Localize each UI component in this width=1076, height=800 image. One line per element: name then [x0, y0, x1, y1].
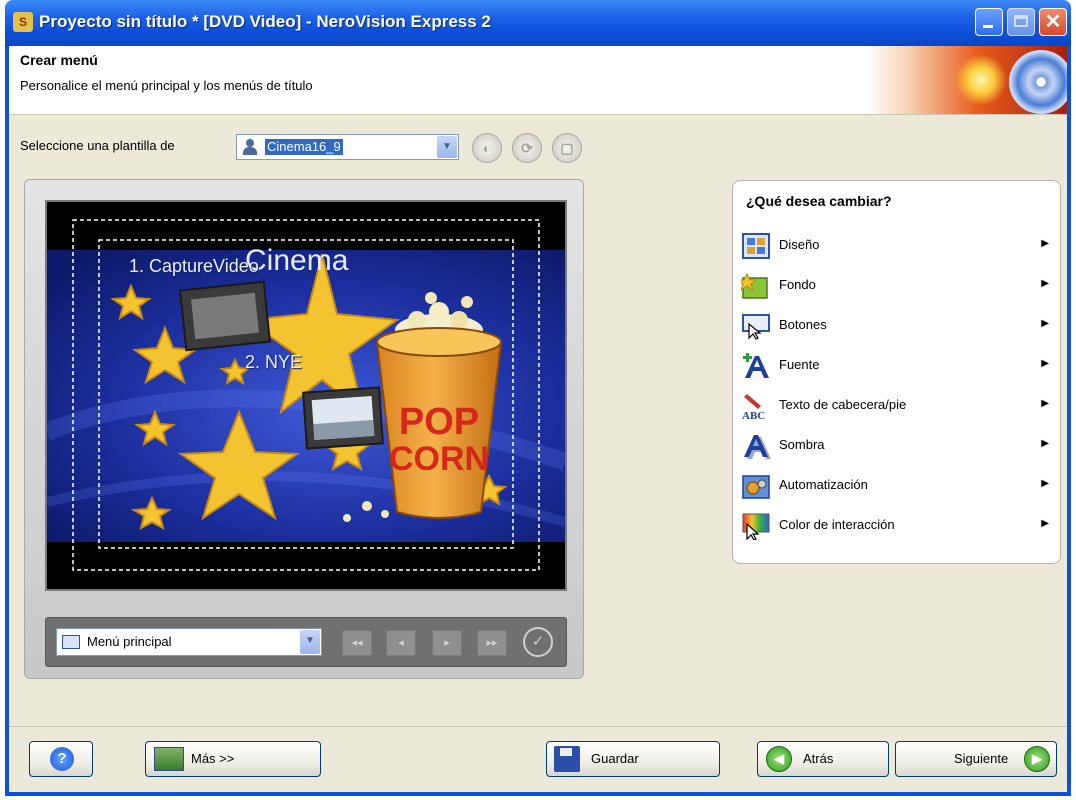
app-window: S Proyecto sin título * [DVD Video] - Ne…: [5, 0, 1071, 796]
option-interaction-color-label: Color de interacción: [779, 517, 895, 532]
window-title: Proyecto sin título * [DVD Video] - Nero…: [39, 12, 491, 31]
option-buttons-label: Botones: [779, 317, 827, 332]
menu-nav-prev-button[interactable]: ◂: [386, 630, 416, 656]
arrow-left-icon: ◀: [766, 746, 792, 772]
menu-grid-icon: [62, 635, 80, 649]
option-automation[interactable]: Automatización ▶: [741, 469, 1053, 503]
menu-preview-canvas[interactable]: POP CORN Cinema 1. CaptureVideo 2. NYE: [45, 200, 567, 591]
wizard-header: Crear menú Personalice el menú principal…: [9, 46, 1067, 115]
user-template-icon: [243, 139, 257, 155]
template-select[interactable]: Cinema16_9 ▼: [236, 134, 459, 160]
save-button[interactable]: Guardar: [546, 741, 720, 777]
option-shadow[interactable]: Sombra ▶: [741, 429, 1053, 463]
menu-title-text: Cinema: [245, 244, 349, 277]
shadow-icon: [744, 435, 771, 459]
header-footer-text-icon: ABC: [742, 394, 765, 420]
submenu-arrow-icon: ▶: [1041, 518, 1049, 529]
title-bar[interactable]: S Proyecto sin título * [DVD Video] - Ne…: [5, 0, 1071, 46]
more-options-icon: [154, 747, 184, 771]
page-subtitle: Personalice el menú principal y los menú…: [20, 78, 313, 93]
close-icon: ✕: [1044, 11, 1062, 33]
option-shadow-label: Sombra: [779, 437, 825, 452]
save-button-label: Guardar: [591, 751, 639, 766]
customize-panel: ¿Qué desea cambiar? Diseño ▶ Fondo ▶ Bot…: [732, 180, 1061, 564]
layout-icon: [742, 233, 770, 259]
option-font[interactable]: Fuente ▶: [741, 349, 1053, 383]
popcorn-text-bottom: CORN: [389, 440, 489, 478]
svg-text:ABC: ABC: [742, 410, 765, 420]
template-select-value: Cinema16_9: [265, 139, 343, 155]
page-title: Crear menú: [20, 52, 98, 68]
template-label: Seleccione una plantilla de: [20, 138, 175, 153]
maximize-icon: [1014, 15, 1028, 27]
maximize-button[interactable]: [1007, 8, 1035, 36]
submenu-arrow-icon: ▶: [1041, 398, 1049, 409]
menu-select[interactable]: Menú principal ▼: [56, 628, 322, 656]
template-option-button-3[interactable]: ▢: [552, 133, 582, 163]
panel-title: ¿Qué desea cambiar?: [746, 193, 892, 209]
confirm-check-icon[interactable]: ✓: [523, 627, 553, 657]
font-icon: [743, 353, 769, 378]
menu-nav-last-button[interactable]: ▸▸: [477, 630, 507, 656]
menu-preview-frame: POP CORN Cinema 1. CaptureVideo 2. NYE M…: [24, 179, 584, 679]
popcorn-text-top: POP: [399, 401, 479, 443]
back-button[interactable]: ◀ Atrás: [757, 741, 889, 777]
submenu-arrow-icon: ▶: [1041, 278, 1049, 289]
option-header-footer-text-label: Texto de cabecera/pie: [779, 397, 907, 412]
submenu-arrow-icon: ▶: [1041, 438, 1049, 449]
option-header-footer-text[interactable]: ABC Texto de cabecera/pie ▶: [741, 389, 1053, 423]
menu-item-2[interactable]: 2. NYE: [245, 352, 302, 373]
floppy-disk-icon: [554, 746, 580, 772]
minimize-button[interactable]: [975, 8, 1003, 36]
more-button[interactable]: Más >>: [145, 741, 321, 777]
option-buttons[interactable]: Botones ▶: [741, 309, 1053, 343]
submenu-arrow-icon: ▶: [1041, 318, 1049, 329]
interaction-color-icon: [742, 513, 770, 540]
background-icon: [741, 272, 768, 299]
template-option-button-2[interactable]: ⟳: [512, 133, 542, 163]
option-automation-label: Automatización: [779, 477, 868, 492]
menu-nav-first-button[interactable]: ◂◂: [342, 630, 372, 656]
submenu-arrow-icon: ▶: [1041, 478, 1049, 489]
chevron-down-icon[interactable]: ▼: [437, 136, 457, 158]
menu-item-1[interactable]: 1. CaptureVideo: [129, 256, 259, 277]
submenu-arrow-icon: ▶: [1041, 358, 1049, 369]
close-button[interactable]: ✕: [1039, 8, 1067, 36]
menu-select-value: Menú principal: [87, 634, 172, 649]
option-layout[interactable]: Diseño ▶: [741, 229, 1053, 263]
preview-controls-bar: Menú principal ▼ ◂◂ ◂ ▸ ▸▸ ✓: [45, 617, 567, 667]
next-button-label: Siguiente: [954, 751, 1009, 766]
help-button[interactable]: ?: [29, 741, 93, 777]
more-button-label: Más >>: [191, 751, 235, 766]
template-option-button-1[interactable]: ◐: [472, 133, 502, 163]
next-button[interactable]: Siguiente ▶: [895, 741, 1057, 777]
back-button-label: Atrás: [803, 751, 834, 766]
option-interaction-color[interactable]: Color de interacción ▶: [741, 509, 1053, 543]
app-icon: S: [13, 12, 33, 32]
starburst-decoration: [955, 54, 1007, 106]
client-area: Crear menú Personalice el menú principal…: [9, 46, 1067, 792]
header-banner-art: [867, 46, 1067, 114]
option-layout-label: Diseño: [779, 237, 820, 252]
automation-icon: [742, 475, 770, 499]
chevron-down-icon[interactable]: ▼: [300, 630, 320, 654]
arrow-right-icon: ▶: [1024, 746, 1050, 772]
menu-nav-next-button[interactable]: ▸: [432, 630, 462, 656]
option-font-label: Fuente: [779, 357, 820, 372]
disc-icon: [1009, 50, 1067, 114]
option-background[interactable]: Fondo ▶: [741, 269, 1053, 303]
minimize-icon: [983, 25, 993, 28]
help-icon: ?: [50, 747, 74, 771]
buttons-icon: [742, 314, 770, 340]
option-background-label: Fondo: [779, 277, 816, 292]
footer-divider: [9, 726, 1067, 727]
submenu-arrow-icon: ▶: [1041, 238, 1049, 249]
